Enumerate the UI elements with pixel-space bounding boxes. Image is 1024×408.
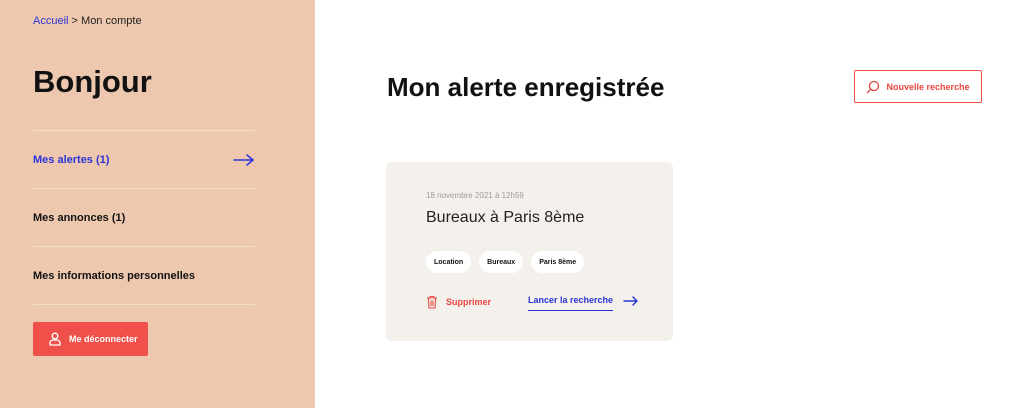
arrow-right-icon	[623, 295, 638, 306]
breadcrumb-separator: >	[71, 15, 78, 27]
tag-transaction: Location	[426, 251, 472, 273]
breadcrumb-home-link[interactable]: Accueil	[33, 15, 68, 27]
menu-item-alerts[interactable]: Mes alertes (1)	[33, 131, 255, 189]
new-search-label: Nouvelle recherche	[886, 81, 970, 92]
alert-date: 18 novembre 2021 à 12h59	[426, 191, 524, 200]
greeting-heading: Bonjour	[33, 64, 152, 99]
user-icon	[49, 332, 61, 346]
menu-item-listings[interactable]: Mes annonces (1)	[33, 189, 255, 247]
search-icon	[867, 80, 880, 93]
new-search-button[interactable]: Nouvelle recherche	[854, 70, 982, 103]
menu-item-label: Mes alertes (1)	[33, 153, 110, 166]
menu-item-personal-info[interactable]: Mes informations personnelles	[33, 247, 255, 305]
logout-label: Me déconnecter	[69, 334, 138, 344]
sidebar: Accueil > Mon compte Bonjour Mes alertes…	[0, 0, 315, 408]
arrow-right-icon	[233, 153, 254, 166]
tag-location: Paris 8ème	[531, 251, 585, 273]
trash-icon	[427, 295, 437, 309]
saved-alert-card: 18 novembre 2021 à 12h59 Bureaux à Paris…	[386, 162, 673, 341]
launch-search-link[interactable]: Lancer la recherche	[528, 295, 639, 311]
breadcrumb-current: Mon compte	[81, 15, 142, 27]
breadcrumb: Accueil > Mon compte	[33, 15, 142, 27]
account-menu: Mes alertes (1) Mes annonces (1) Mes inf…	[33, 130, 255, 305]
tag-property-type: Bureaux	[479, 251, 524, 273]
page-title: Mon alerte enregistrée	[387, 72, 665, 102]
menu-item-label: Mes annonces (1)	[33, 211, 126, 224]
alert-title: Bureaux à Paris 8ème	[426, 209, 585, 226]
delete-label: Supprimer	[446, 297, 492, 307]
alert-tags: Location Bureaux Paris 8ème	[426, 251, 585, 273]
logout-button[interactable]: Me déconnecter	[33, 322, 148, 356]
launch-search-label: Lancer la recherche	[528, 295, 614, 311]
menu-item-label: Mes informations personnelles	[33, 269, 195, 282]
delete-alert-button[interactable]: Supprimer	[426, 295, 491, 309]
